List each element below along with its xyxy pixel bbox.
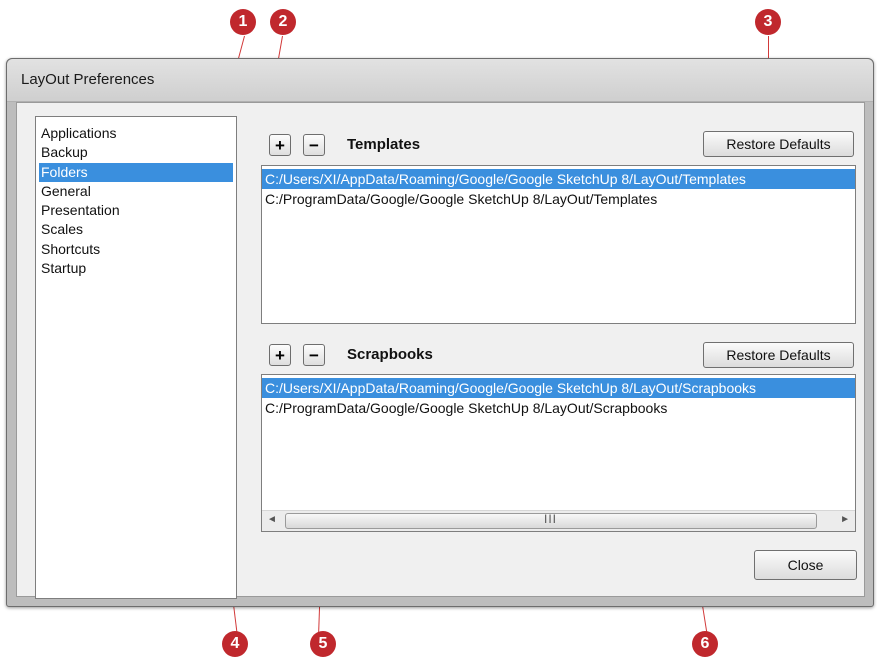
close-button[interactable]: Close: [754, 550, 857, 580]
category-shortcuts[interactable]: Shortcuts: [36, 240, 236, 259]
callout-badge-1: 1: [230, 9, 256, 35]
category-applications[interactable]: Applications: [36, 124, 236, 143]
templates-folder-list[interactable]: C:/Users/XI/AppData/Roaming/Google/Googl…: [261, 165, 856, 324]
callout-badge-4: 4: [222, 631, 248, 657]
scrapbooks-heading: Scrapbooks: [347, 346, 433, 363]
callout-badge-5: 5: [310, 631, 336, 657]
add-template-folder-button[interactable]: +: [269, 134, 291, 156]
restore-scrapbooks-defaults-button[interactable]: Restore Defaults: [703, 342, 854, 368]
horizontal-scrollbar[interactable]: ◄ III ►: [262, 510, 855, 531]
dialog-body: Applications Backup Folders General Pres…: [16, 102, 865, 599]
scroll-grip-icon: III: [544, 512, 558, 526]
scrapbook-path-row[interactable]: C:/ProgramData/Google/Google SketchUp 8/…: [262, 398, 855, 418]
category-presentation[interactable]: Presentation: [36, 201, 236, 220]
add-scrapbook-folder-button[interactable]: +: [269, 344, 291, 366]
template-path-row[interactable]: C:/ProgramData/Google/Google SketchUp 8/…: [262, 189, 855, 209]
category-general[interactable]: General: [36, 182, 236, 201]
category-folders[interactable]: Folders: [39, 162, 233, 182]
restore-templates-defaults-button[interactable]: Restore Defaults: [703, 131, 854, 157]
scroll-right-icon[interactable]: ►: [840, 514, 850, 525]
remove-template-folder-button[interactable]: −: [303, 134, 325, 156]
category-scales[interactable]: Scales: [36, 220, 236, 239]
category-list[interactable]: Applications Backup Folders General Pres…: [35, 116, 237, 599]
templates-heading: Templates: [347, 136, 421, 153]
callout-badge-6: 6: [692, 631, 718, 657]
category-startup[interactable]: Startup: [36, 259, 236, 278]
scrapbook-path-row[interactable]: C:/Users/XI/AppData/Roaming/Google/Googl…: [262, 378, 855, 398]
title-bar[interactable]: LayOut Preferences: [7, 59, 873, 102]
scrapbooks-folder-list[interactable]: C:/Users/XI/AppData/Roaming/Google/Googl…: [261, 374, 856, 532]
scroll-left-icon[interactable]: ◄: [267, 514, 277, 525]
preferences-dialog: LayOut Preferences Applications Backup F…: [6, 58, 874, 607]
callout-badge-3: 3: [755, 9, 781, 35]
scrollbar-thumb[interactable]: III: [285, 512, 817, 529]
callout-badge-2: 2: [270, 9, 296, 35]
dialog-title: LayOut Preferences: [21, 71, 155, 88]
remove-scrapbook-folder-button[interactable]: −: [303, 344, 325, 366]
category-backup[interactable]: Backup: [36, 143, 236, 162]
template-path-row[interactable]: C:/Users/XI/AppData/Roaming/Google/Googl…: [262, 169, 855, 189]
